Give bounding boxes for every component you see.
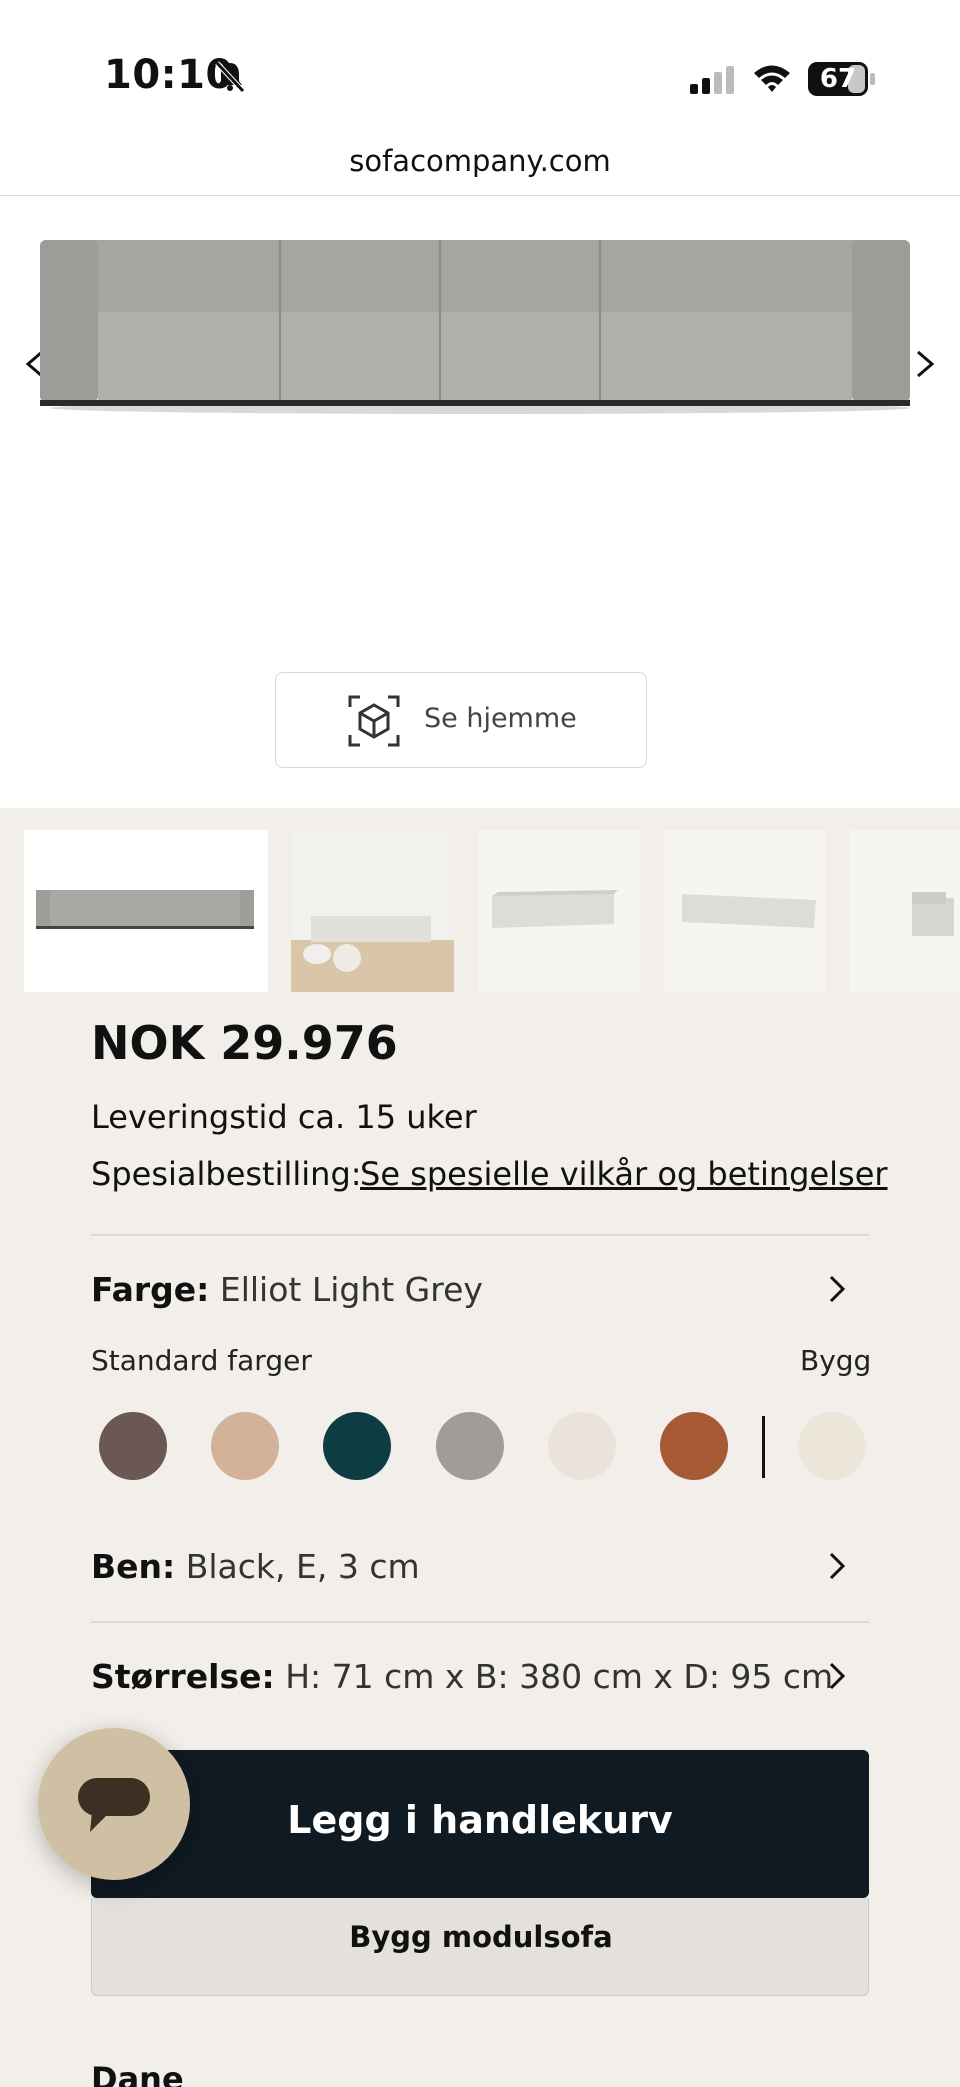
- chat-bubble-icon: [78, 1778, 150, 1832]
- view-in-home-button[interactable]: Se hjemme: [275, 672, 647, 768]
- color-key: Farge:: [91, 1270, 210, 1309]
- legs-option-row[interactable]: Ben: Black, E, 3 cm: [91, 1547, 420, 1586]
- color-swatch[interactable]: [548, 1412, 616, 1480]
- add-to-cart-button[interactable]: Legg i handlekurv: [91, 1750, 869, 1898]
- thumbnail-sofa-angle-image: [492, 890, 618, 928]
- battery-level: 67: [819, 64, 857, 94]
- size-key: Størrelse:: [91, 1657, 275, 1696]
- special-terms-link[interactable]: Se spesielle vilkår og betingelser: [360, 1155, 888, 1193]
- build-colors-label: Bygg: [800, 1344, 872, 1377]
- cellular-signal-icon: [690, 66, 734, 94]
- build-modular-label: Bygg modulsofa: [349, 1920, 613, 1954]
- color-swatch[interactable]: [323, 1412, 391, 1480]
- chevron-right-icon[interactable]: [820, 1272, 854, 1306]
- chevron-right-icon[interactable]: [820, 1549, 854, 1583]
- size-value: H: 71 cm x B: 380 cm x D: 95 cm: [285, 1657, 834, 1696]
- thumbnail-sofa-back-image: [682, 894, 816, 928]
- delivery-time: Leveringstid ca. 15 uker: [91, 1098, 477, 1136]
- thumbnail-1[interactable]: [24, 830, 268, 992]
- view-in-home-label: Se hjemme: [424, 703, 577, 734]
- silent-bell-icon: [215, 61, 245, 93]
- thumbnail-3[interactable]: [478, 830, 640, 992]
- thumbnail-sofa-image: [36, 890, 254, 929]
- build-modular-sofa-button[interactable]: Bygg modulsofa: [91, 1898, 869, 1996]
- legs-value: Black, E, 3 cm: [185, 1547, 420, 1586]
- chat-button[interactable]: [38, 1728, 190, 1880]
- product-hero: Se hjemme: [0, 196, 960, 808]
- swatch-separator: [762, 1416, 765, 1478]
- thumbnail-2[interactable]: [291, 830, 454, 992]
- sofa-image: [40, 240, 910, 414]
- color-swatch[interactable]: [798, 1412, 866, 1480]
- chevron-right-icon[interactable]: [820, 1659, 854, 1693]
- special-order-label: Spesialbestilling:: [91, 1155, 362, 1193]
- thumbnail-5[interactable]: [850, 830, 960, 992]
- wifi-icon: [754, 65, 790, 92]
- url-text[interactable]: sofacompany.com: [0, 144, 960, 178]
- status-bar: 10:10 67: [0, 0, 960, 130]
- thumbnail-room-image: [291, 830, 454, 992]
- standard-colors-label: Standard farger: [91, 1344, 312, 1377]
- thumbnail-strip[interactable]: [0, 808, 960, 1004]
- thumbnail-sofa-side-image: [912, 892, 954, 936]
- ar-cube-icon: [348, 695, 400, 747]
- divider: [91, 1621, 869, 1623]
- legs-key: Ben:: [91, 1547, 176, 1586]
- size-option-row[interactable]: Størrelse: H: 71 cm x B: 380 cm x D: 95 …: [91, 1657, 833, 1696]
- color-swatch[interactable]: [211, 1412, 279, 1480]
- divider: [91, 1234, 869, 1236]
- address-bar[interactable]: sofacompany.com: [0, 130, 960, 196]
- product-price: NOK 29.976: [91, 1016, 398, 1070]
- add-to-cart-label: Legg i handlekurv: [287, 1798, 673, 1842]
- color-swatch[interactable]: [436, 1412, 504, 1480]
- color-swatch[interactable]: [660, 1412, 728, 1480]
- color-swatch[interactable]: [99, 1412, 167, 1480]
- thumbnail-4[interactable]: [664, 830, 826, 992]
- next-section-heading: Dane: [91, 2060, 184, 2087]
- color-value: Elliot Light Grey: [219, 1270, 483, 1309]
- color-option-row[interactable]: Farge: Elliot Light Grey: [91, 1270, 483, 1309]
